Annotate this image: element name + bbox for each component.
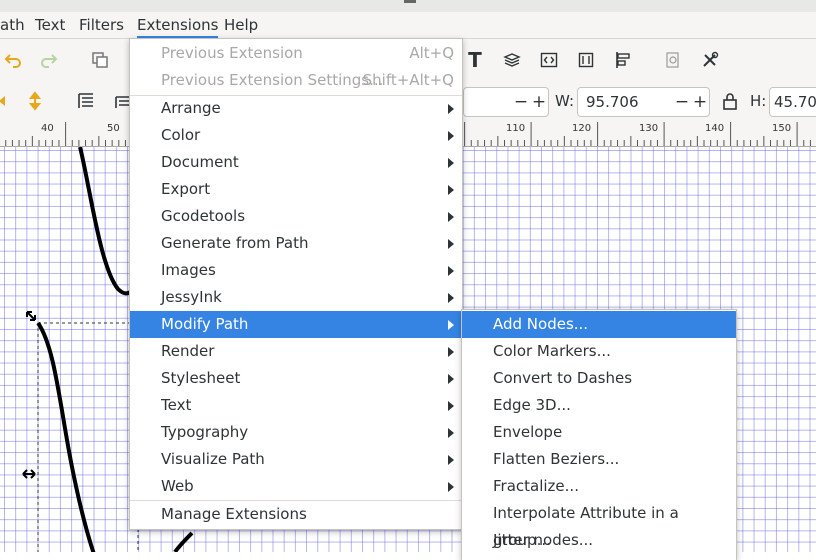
menu-item-generate-from-path[interactable]: Generate from Path	[130, 230, 462, 257]
menu-text[interactable]: Text	[35, 12, 65, 38]
width-label: W:	[555, 92, 575, 110]
submenu-item-fractalize[interactable]: Fractalize...	[462, 473, 736, 500]
raise-to-top-icon[interactable]	[75, 90, 97, 112]
ruler-label: 150	[772, 123, 792, 134]
redo-icon[interactable]	[38, 49, 60, 71]
menu-help[interactable]: Help	[224, 12, 258, 38]
menu-item-previous-extension: Previous Extension Alt+Q	[161, 44, 454, 62]
submenu-item-color-markers[interactable]: Color Markers...	[462, 338, 736, 365]
menu-path[interactable]: ath	[0, 12, 25, 38]
objects-icon[interactable]	[575, 49, 597, 71]
ruler-label: 140	[705, 123, 725, 134]
selection-handle-icon[interactable]	[26, 311, 36, 321]
height-label: H:	[750, 92, 767, 110]
menu-item-gcodetools[interactable]: Gcodetools	[130, 203, 462, 230]
undo-icon[interactable]	[2, 49, 24, 71]
lock-icon[interactable]	[719, 90, 741, 112]
menu-item-visualize-path[interactable]: Visualize Path	[130, 446, 462, 473]
extensions-menu: Previous Extension Alt+Q Previous Extens…	[129, 38, 463, 530]
layers-icon[interactable]	[501, 49, 523, 71]
submenu-arrow-icon	[448, 455, 454, 465]
flip-vertical-icon[interactable]	[24, 90, 46, 112]
window-titlebar	[0, 0, 816, 12]
align-icon[interactable]	[612, 49, 634, 71]
submenu-arrow-icon	[448, 428, 454, 438]
submenu-item-envelope[interactable]: Envelope	[462, 419, 736, 446]
menu-item-manage-extensions[interactable]: Manage Extensions	[130, 501, 462, 528]
submenu-arrow-icon	[448, 482, 454, 492]
text-tool-icon[interactable]: T	[464, 48, 486, 72]
ruler-label: 110	[506, 123, 526, 134]
submenu-arrow-icon	[448, 347, 454, 357]
submenu-arrow-icon	[448, 212, 454, 222]
menu-item-text[interactable]: Text	[130, 392, 462, 419]
menu-item-color[interactable]: Color	[130, 122, 462, 149]
menu-item-export[interactable]: Export	[130, 176, 462, 203]
width-value[interactable]: 95.706	[586, 88, 639, 116]
submenu-arrow-icon	[448, 185, 454, 195]
submenu-arrow-icon	[448, 401, 454, 411]
menu-item-typography[interactable]: Typography	[130, 419, 462, 446]
submenu-arrow-icon	[448, 293, 454, 303]
modify-path-submenu: Add Nodes... Color Markers... Convert to…	[461, 309, 737, 560]
x-increment-button[interactable]: +	[530, 88, 548, 116]
menu-item-document[interactable]: Document	[130, 149, 462, 176]
preferences-icon[interactable]	[699, 49, 721, 71]
menu-item-web[interactable]: Web	[130, 473, 462, 500]
menu-item-arrange[interactable]: Arrange	[130, 95, 462, 122]
flip-horizontal-icon[interactable]	[0, 90, 16, 112]
submenu-item-add-nodes[interactable]: Add Nodes...	[462, 311, 736, 338]
submenu-item-edge-3d[interactable]: Edge 3D...	[462, 392, 736, 419]
menu-item-images[interactable]: Images	[130, 257, 462, 284]
x-decrement-button[interactable]: −	[512, 88, 530, 116]
curve-path-upper	[78, 147, 134, 296]
scale-arrow-icon[interactable]	[22, 469, 36, 479]
curve-path-lower	[173, 531, 194, 552]
submenu-item-convert-to-dashes[interactable]: Convert to Dashes	[462, 365, 736, 392]
menu-item-previous-extension-settings: Previous Extension Settings... Shift+Alt…	[161, 71, 454, 89]
menu-item-modify-path[interactable]: Modify Path	[130, 311, 462, 338]
submenu-arrow-icon	[448, 239, 454, 249]
submenu-arrow-icon	[448, 266, 454, 276]
submenu-arrow-icon	[448, 158, 454, 168]
duplicate-icon[interactable]	[89, 49, 111, 71]
menu-item-stylesheet[interactable]: Stylesheet	[130, 365, 462, 392]
submenu-arrow-icon	[448, 104, 454, 114]
curve-path-selected	[36, 321, 96, 552]
width-increment-button[interactable]: +	[691, 88, 709, 116]
menu-extensions[interactable]: Extensions	[137, 12, 219, 38]
submenu-item-interpolate-attribute[interactable]: Interpolate Attribute in a group...	[462, 500, 736, 549]
height-spinbox[interactable]: 45.706	[769, 87, 816, 117]
print-preview-icon[interactable]	[662, 49, 684, 71]
ruler-label: 130	[639, 123, 659, 134]
submenu-arrow-icon	[448, 374, 454, 384]
menu-item-jessyink[interactable]: JessyInk	[130, 284, 462, 311]
xml-editor-icon[interactable]	[538, 49, 560, 71]
width-decrement-button[interactable]: −	[673, 88, 691, 116]
ruler-label: 50	[107, 123, 120, 134]
menu-item-render[interactable]: Render	[130, 338, 462, 365]
menubar: ath Text Filters Extensions Help	[0, 12, 816, 39]
menu-filters[interactable]: Filters	[79, 12, 124, 38]
x-spinbox[interactable]: − +	[463, 87, 549, 117]
ruler-label: 40	[41, 123, 54, 134]
ruler-label: 120	[572, 123, 592, 134]
submenu-arrow-icon	[448, 320, 454, 330]
submenu-arrow-icon	[448, 131, 454, 141]
submenu-item-flatten-beziers[interactable]: Flatten Beziers...	[462, 446, 736, 473]
height-value[interactable]: 45.706	[774, 88, 816, 116]
submenu-item-jitter-nodes[interactable]: Jitter nodes...	[462, 527, 736, 554]
width-spinbox[interactable]: 95.706 − +	[577, 87, 710, 117]
